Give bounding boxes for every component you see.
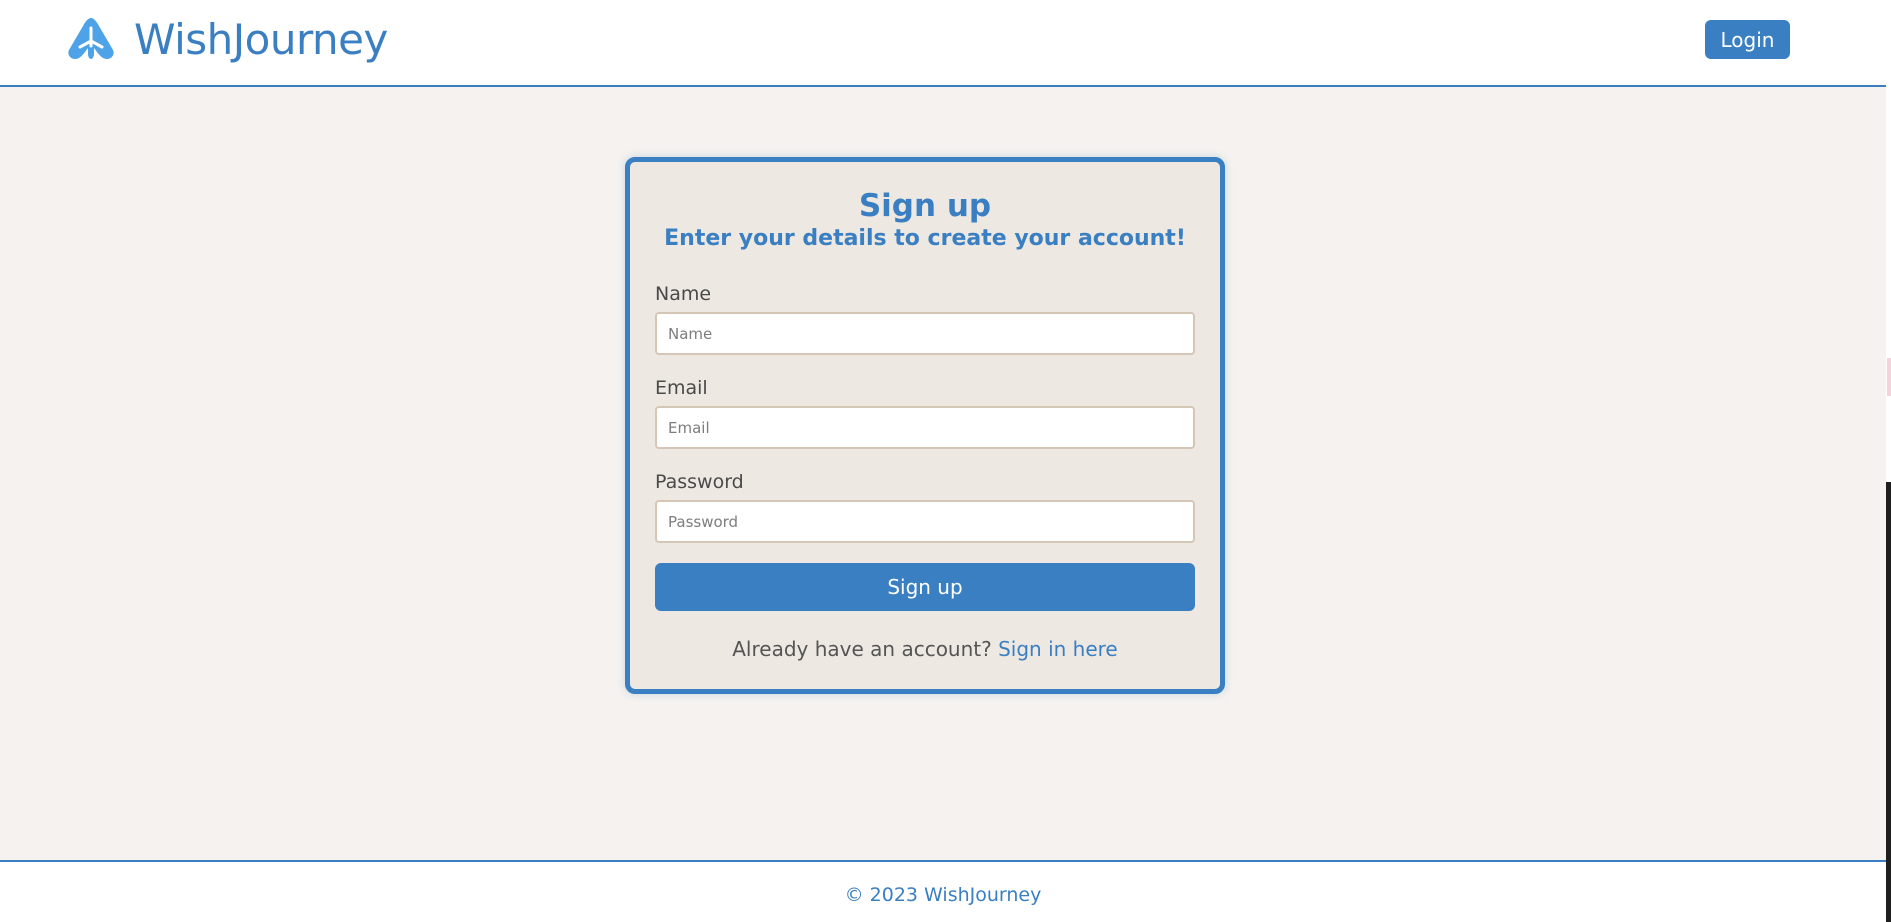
signup-title: Sign up xyxy=(858,188,992,224)
scrollbar-thumb[interactable] xyxy=(1886,482,1891,922)
airplane-icon xyxy=(68,18,114,59)
signin-link[interactable]: Sign in here xyxy=(998,637,1118,661)
name-input[interactable] xyxy=(655,312,1195,355)
name-field-group: Name xyxy=(655,282,1195,355)
signup-submit-button[interactable]: Sign up xyxy=(655,563,1195,611)
scrollbar-marker xyxy=(1887,358,1891,396)
email-field-group: Email xyxy=(655,376,1195,449)
email-label: Email xyxy=(655,377,708,399)
brand-home-link[interactable]: WishJourney xyxy=(66,14,388,64)
password-input[interactable] xyxy=(655,500,1195,543)
signup-subtitle: Enter your details to create your accoun… xyxy=(664,226,1186,251)
name-label: Name xyxy=(655,283,712,305)
signin-prompt-text: Already have an account? xyxy=(732,637,992,661)
signin-prompt-row: Already have an account? Sign in here xyxy=(655,637,1195,661)
top-navbar: WishJourney Login xyxy=(0,0,1886,87)
password-field-group: Password xyxy=(655,470,1195,543)
footer-copyright: © 2023 WishJourney xyxy=(844,884,1042,906)
email-input[interactable] xyxy=(655,406,1195,449)
password-label: Password xyxy=(655,471,744,493)
footer: © 2023 WishJourney xyxy=(0,860,1886,922)
brand-name: WishJourney xyxy=(134,14,388,64)
login-button[interactable]: Login xyxy=(1705,20,1790,59)
signup-card: Sign up Enter your details to create you… xyxy=(625,157,1225,694)
page: WishJourney Login Sign up Enter your det… xyxy=(0,0,1891,922)
